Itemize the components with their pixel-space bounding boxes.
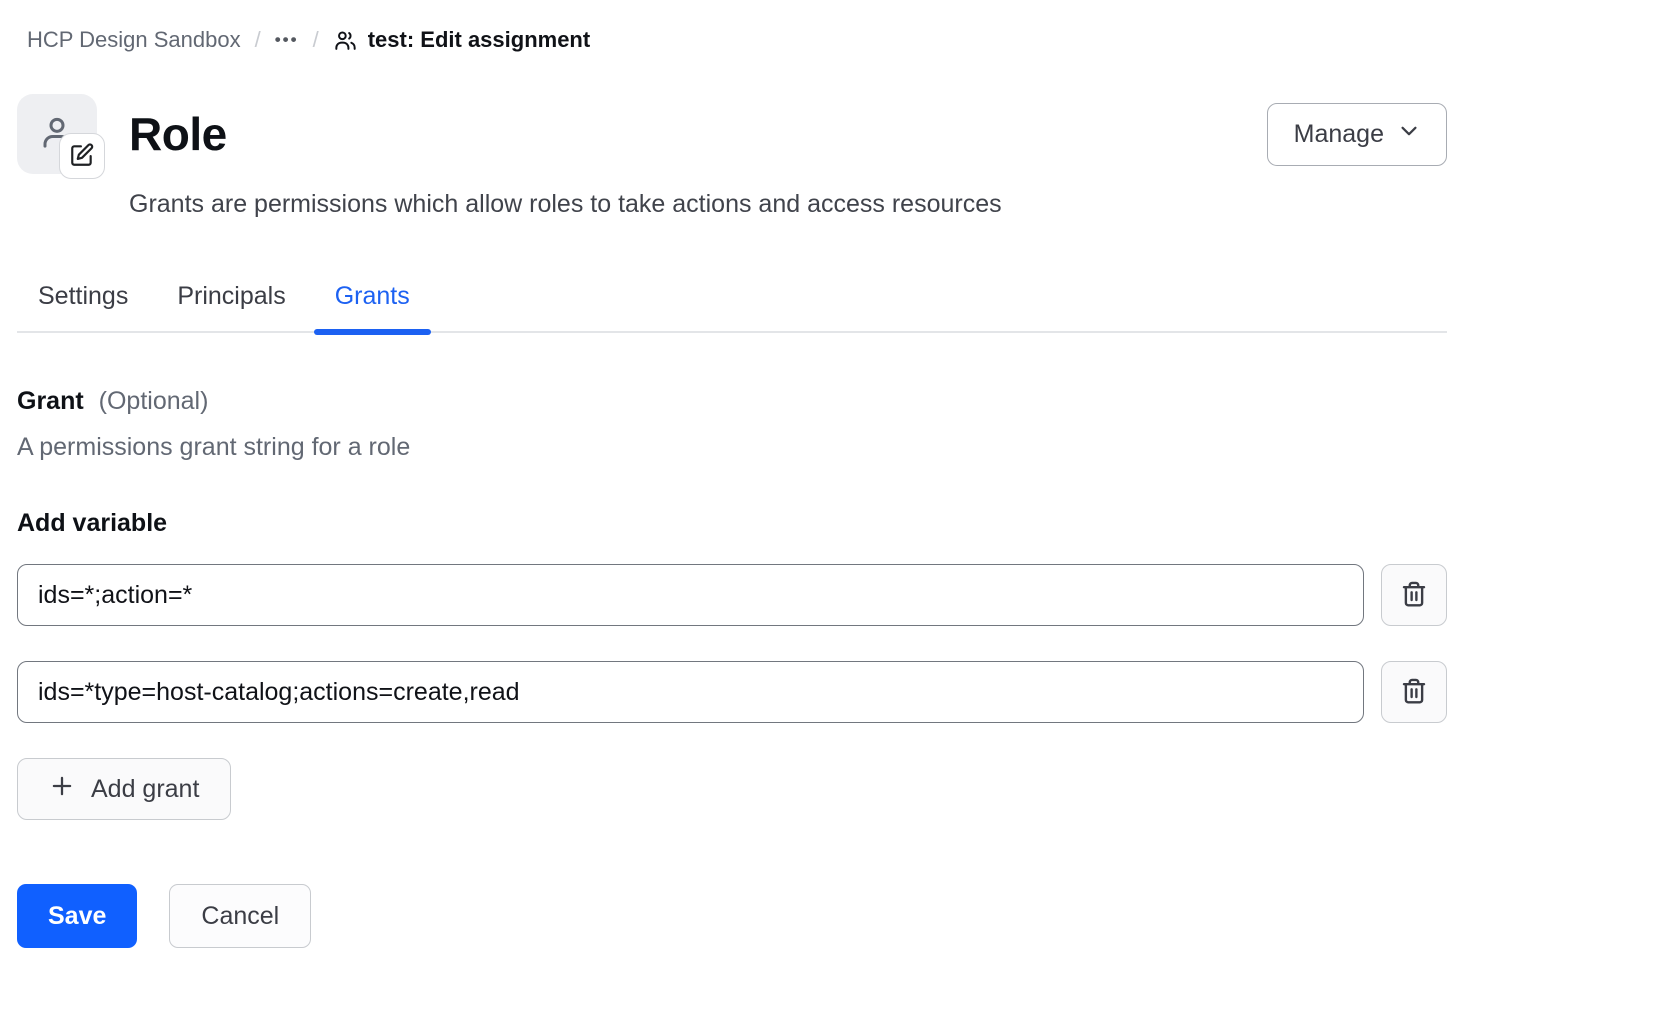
breadcrumb-current[interactable]: test: Edit assignment [333,27,590,53]
tab-active-underline [314,329,431,335]
grant-row [17,661,1447,723]
breadcrumb-separator: / [313,27,319,53]
form-actions: Save Cancel [17,884,1447,948]
plus-icon [49,773,75,806]
page-header: Role Manage Grants are permissions which… [17,94,1447,219]
add-grant-button-label: Add grant [91,775,199,804]
delete-grant-button-2[interactable] [1381,661,1447,723]
trash-icon [1399,579,1429,612]
cancel-button[interactable]: Cancel [169,884,311,948]
role-avatar-wrap [17,94,97,174]
breadcrumb-separator: / [255,27,261,53]
add-grant-button[interactable]: Add grant [17,758,231,820]
tabbar: Settings Principals Grants [17,282,1447,333]
tab-settings[interactable]: Settings [17,282,149,331]
manage-button[interactable]: Manage [1267,103,1447,166]
grant-help-text: A permissions grant string for a role [17,433,1447,462]
manage-button-label: Manage [1294,120,1384,149]
page-title: Role [129,107,227,161]
header-main: Role Manage Grants are permissions which… [129,94,1447,219]
breadcrumb: HCP Design Sandbox / ••• / test: Edit as… [17,27,1447,53]
tab-grants[interactable]: Grants [314,282,431,331]
grant-row [17,564,1447,626]
breadcrumb-root[interactable]: HCP Design Sandbox [27,27,241,53]
save-button[interactable]: Save [17,884,137,948]
breadcrumb-ellipsis[interactable]: ••• [275,30,299,50]
grant-label: Grant [17,387,84,415]
chevron-down-icon [1398,120,1420,149]
edit-avatar-button[interactable] [59,133,105,179]
grant-field-header: Grant (Optional) [17,387,1447,416]
title-row: Role Manage [129,94,1447,174]
grant-optional-label: (Optional) [99,387,209,415]
add-variable-label: Add variable [17,509,1447,538]
role-grants-page: HCP Design Sandbox / ••• / test: Edit as… [0,0,1672,948]
edit-icon [69,142,95,171]
tab-grants-label: Grants [335,282,410,310]
grant-input-2[interactable] [17,661,1364,723]
grants-form: Grant (Optional) A permissions grant str… [17,387,1447,948]
grant-input-1[interactable] [17,564,1364,626]
tab-principals-label: Principals [177,282,285,310]
tab-settings-label: Settings [38,282,128,310]
trash-icon [1399,676,1429,709]
delete-grant-button-1[interactable] [1381,564,1447,626]
page-subtitle: Grants are permissions which allow roles… [129,190,1447,219]
tab-principals[interactable]: Principals [156,282,306,331]
users-icon [333,28,358,53]
breadcrumb-current-label: test: Edit assignment [368,27,590,53]
